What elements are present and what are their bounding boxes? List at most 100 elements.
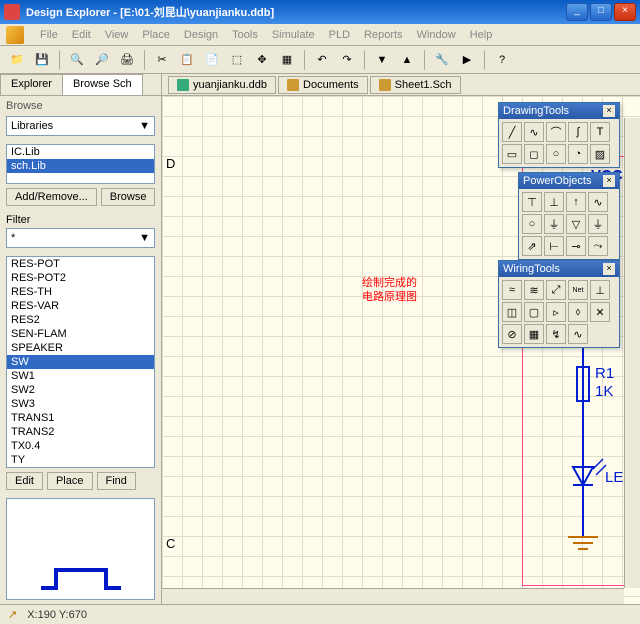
power-arrow-tool[interactable]: ⇗ xyxy=(522,236,542,256)
component-item[interactable]: SW3 xyxy=(7,397,154,411)
doc-tab-ddb[interactable]: yuanjianku.ddb xyxy=(168,76,276,94)
stimulus-tool[interactable]: ∿ xyxy=(568,324,588,344)
library-list[interactable]: IC.Libsch.Lib xyxy=(6,144,155,184)
junction-tool[interactable]: ✕ xyxy=(590,302,610,322)
component-item[interactable]: RES-POT xyxy=(7,257,154,271)
roundrect-tool[interactable]: ◻ xyxy=(524,144,544,164)
filter-input[interactable]: * ▼ xyxy=(6,228,155,248)
menu-window[interactable]: Window xyxy=(411,27,462,43)
close-button[interactable]: × xyxy=(614,3,636,21)
zoom-out-icon[interactable]: 🔎 xyxy=(91,49,113,71)
close-icon[interactable]: × xyxy=(603,105,615,117)
part-tool[interactable]: ◫ xyxy=(502,302,522,322)
gnd-tool[interactable]: ⏚ xyxy=(544,214,564,234)
component-list[interactable]: RES-POTRES-POT2RES-THRES-VARRES2SEN-FLAM… xyxy=(6,256,155,468)
ellipse-tool[interactable]: ○ xyxy=(546,144,566,164)
component-item[interactable]: TRANS2 xyxy=(7,425,154,439)
libraries-dropdown[interactable]: Libraries ▼ xyxy=(6,116,155,136)
library-item[interactable]: sch.Lib xyxy=(7,159,154,173)
open-icon[interactable]: 📁 xyxy=(6,49,28,71)
polyline-tool[interactable]: ∿ xyxy=(524,122,544,142)
tool-icon[interactable]: 🔧 xyxy=(431,49,453,71)
bezier-tool[interactable]: ∫ xyxy=(568,122,588,142)
menu-view[interactable]: View xyxy=(99,27,135,43)
menu-reports[interactable]: Reports xyxy=(358,27,409,43)
circle-tool[interactable]: ○ xyxy=(522,214,542,234)
find-button[interactable]: Find xyxy=(97,472,136,490)
component-item[interactable]: RES-VAR xyxy=(7,299,154,313)
add-remove-button[interactable]: Add/Remove... xyxy=(6,188,97,206)
schematic-canvas[interactable]: D C xyxy=(162,96,640,604)
browse-button[interactable]: Browse xyxy=(101,188,156,206)
copy-icon[interactable]: 📋 xyxy=(176,49,198,71)
probe-tool[interactable]: ↯ xyxy=(546,324,566,344)
library-item[interactable]: IC.Lib xyxy=(7,145,154,159)
component-item[interactable]: SW2 xyxy=(7,383,154,397)
cut-icon[interactable]: ✂ xyxy=(151,49,173,71)
menu-simulate[interactable]: Simulate xyxy=(266,27,321,43)
menu-tools[interactable]: Tools xyxy=(226,27,264,43)
component-item[interactable]: RES2 xyxy=(7,313,154,327)
close-icon[interactable]: × xyxy=(603,175,615,187)
power-bar-tool[interactable]: ⊢ xyxy=(544,236,564,256)
hierarchy-up-icon[interactable]: ▲ xyxy=(396,49,418,71)
rect-tool[interactable]: ▭ xyxy=(502,144,522,164)
component-item[interactable]: SW xyxy=(7,355,154,369)
redo-icon[interactable]: ↷ xyxy=(336,49,358,71)
component-item[interactable]: TX0.4 xyxy=(7,439,154,453)
port-tool[interactable]: ⬨ xyxy=(568,302,588,322)
horizontal-scrollbar[interactable] xyxy=(162,588,624,604)
wave-tool[interactable]: ∿ xyxy=(588,192,608,212)
vcc-tool[interactable]: ⊤ xyxy=(522,192,542,212)
place-button[interactable]: Place xyxy=(47,472,93,490)
drawing-tools-panel[interactable]: DrawingTools× ╱ ∿ ⌒ ∫ T ▭ ◻ ○ ◔ ▨ xyxy=(498,102,620,168)
sheet-entry-tool[interactable]: ▹ xyxy=(546,302,566,322)
zoom-in-icon[interactable]: 🔍 xyxy=(66,49,88,71)
earth-tool[interactable]: ⏚ xyxy=(588,214,608,234)
power-objects-panel[interactable]: PowerObjects× ⊤ ⊥ ↑ ∿ ○ ⏚ ▽ ⏚ ⇗ ⊢ ⊸ ⤳ xyxy=(518,172,620,260)
paste-icon[interactable]: 📄 xyxy=(201,49,223,71)
doc-tab-documents[interactable]: Documents xyxy=(278,76,368,94)
component-item[interactable]: RES-TH xyxy=(7,285,154,299)
component-item[interactable]: SPEAKER xyxy=(7,341,154,355)
component-item[interactable]: RES-POT2 xyxy=(7,271,154,285)
tab-explorer[interactable]: Explorer xyxy=(0,74,63,95)
menu-help[interactable]: Help xyxy=(464,27,499,43)
arc-tool[interactable]: ⌒ xyxy=(546,122,566,142)
power-wave-tool[interactable]: ⤳ xyxy=(588,236,608,256)
maximize-button[interactable]: □ xyxy=(590,3,612,21)
close-icon[interactable]: × xyxy=(603,263,615,275)
select-icon[interactable]: ⬚ xyxy=(226,49,248,71)
run-icon[interactable]: ▶ xyxy=(456,49,478,71)
menu-file[interactable]: File xyxy=(34,27,64,43)
no-erc-tool[interactable]: ⊘ xyxy=(502,324,522,344)
component-item[interactable]: TRANS1 xyxy=(7,411,154,425)
doc-tab-sheet[interactable]: Sheet1.Sch xyxy=(370,76,461,94)
help-icon[interactable]: ? xyxy=(491,49,513,71)
pcb-layout-tool[interactable]: ▦ xyxy=(524,324,544,344)
wiring-tools-panel[interactable]: WiringTools× ≈ ≋ ⤢ Net ⊥ ◫ ▢ ▹ ⬨ ✕ ⊘ ▦ ↯… xyxy=(498,260,620,348)
power-port-tool[interactable]: ⊥ xyxy=(590,280,610,300)
bar-tool[interactable]: ⊥ xyxy=(544,192,564,212)
component-item[interactable]: SW1 xyxy=(7,369,154,383)
print-icon[interactable]: 🖨 xyxy=(116,49,138,71)
netlabel-tool[interactable]: Net xyxy=(568,280,588,300)
signal-gnd-tool[interactable]: ▽ xyxy=(566,214,586,234)
undo-icon[interactable]: ↶ xyxy=(311,49,333,71)
pie-tool[interactable]: ◔ xyxy=(568,144,588,164)
bus-entry-tool[interactable]: ⤢ xyxy=(546,280,566,300)
text-tool[interactable]: T xyxy=(590,122,610,142)
grid-icon[interactable]: ▦ xyxy=(276,49,298,71)
menu-design[interactable]: Design xyxy=(178,27,224,43)
minimize-button[interactable]: _ xyxy=(566,3,588,21)
power-circle-tool[interactable]: ⊸ xyxy=(566,236,586,256)
arrow-tool[interactable]: ↑ xyxy=(566,192,586,212)
line-tool[interactable]: ╱ xyxy=(502,122,522,142)
bus-tool[interactable]: ≋ xyxy=(524,280,544,300)
menu-place[interactable]: Place xyxy=(136,27,176,43)
wire-tool[interactable]: ≈ xyxy=(502,280,522,300)
edit-button[interactable]: Edit xyxy=(6,472,43,490)
image-tool[interactable]: ▨ xyxy=(590,144,610,164)
move-icon[interactable]: ✥ xyxy=(251,49,273,71)
sheet-tool[interactable]: ▢ xyxy=(524,302,544,322)
